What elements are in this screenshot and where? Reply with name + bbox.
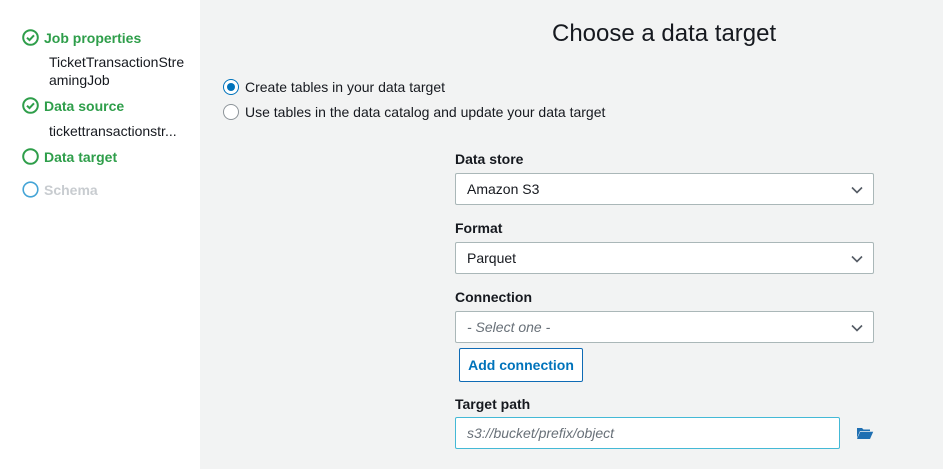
option-use-catalog-tables[interactable]: Use tables in the data catalog and updat…: [223, 104, 605, 120]
step-job-properties[interactable]: Job properties: [22, 29, 141, 46]
target-path-input[interactable]: [455, 417, 840, 449]
option-label: Use tables in the data catalog and updat…: [245, 104, 606, 120]
wizard-steps-sidebar: Job properties TicketTransactionStreamin…: [0, 0, 200, 469]
check-circle-icon: [22, 29, 39, 46]
check-circle-icon: [22, 97, 39, 114]
folder-open-icon[interactable]: [856, 425, 874, 441]
step-label: Schema: [44, 181, 98, 198]
connection-label: Connection: [455, 289, 532, 305]
step-label: Data target: [44, 148, 118, 165]
step-data-source[interactable]: Data source: [22, 97, 124, 114]
add-connection-button[interactable]: Add connection: [459, 348, 583, 382]
format-label: Format: [455, 220, 503, 236]
chevron-down-icon: [850, 183, 864, 197]
target-path-label: Target path: [455, 396, 531, 412]
empty-circle-icon: [22, 181, 39, 198]
format-value: Parquet: [467, 250, 517, 266]
chevron-down-icon: [850, 252, 864, 266]
connection-placeholder: - Select one -: [467, 319, 551, 335]
page-title: Choose a data target: [552, 20, 777, 47]
option-create-tables[interactable]: Create tables in your data target: [223, 79, 445, 95]
data-store-value: Amazon S3: [467, 181, 540, 197]
main-panel: Choose a data target Create tables in yo…: [200, 0, 943, 469]
chevron-down-icon: [850, 321, 864, 335]
job-name-text: TicketTransactionStreamingJob: [49, 54, 185, 88]
step-subtitle-job-name: TicketTransactionStreamingJob: [49, 53, 191, 89]
step-data-target[interactable]: Data target: [22, 148, 117, 165]
empty-circle-icon: [22, 148, 39, 165]
step-label: Job properties: [44, 29, 142, 46]
data-store-select[interactable]: Amazon S3: [455, 173, 874, 205]
radio-use-catalog-tables[interactable]: [223, 104, 239, 120]
data-store-label: Data store: [455, 151, 524, 167]
connection-select[interactable]: - Select one -: [455, 311, 874, 343]
step-subtitle-source-name: tickettransactionstr...: [49, 123, 177, 139]
radio-create-tables[interactable]: [223, 79, 239, 95]
step-label: Data source: [44, 97, 125, 114]
option-label: Create tables in your data target: [245, 79, 446, 95]
step-schema: Schema: [22, 181, 98, 198]
format-select[interactable]: Parquet: [455, 242, 874, 274]
